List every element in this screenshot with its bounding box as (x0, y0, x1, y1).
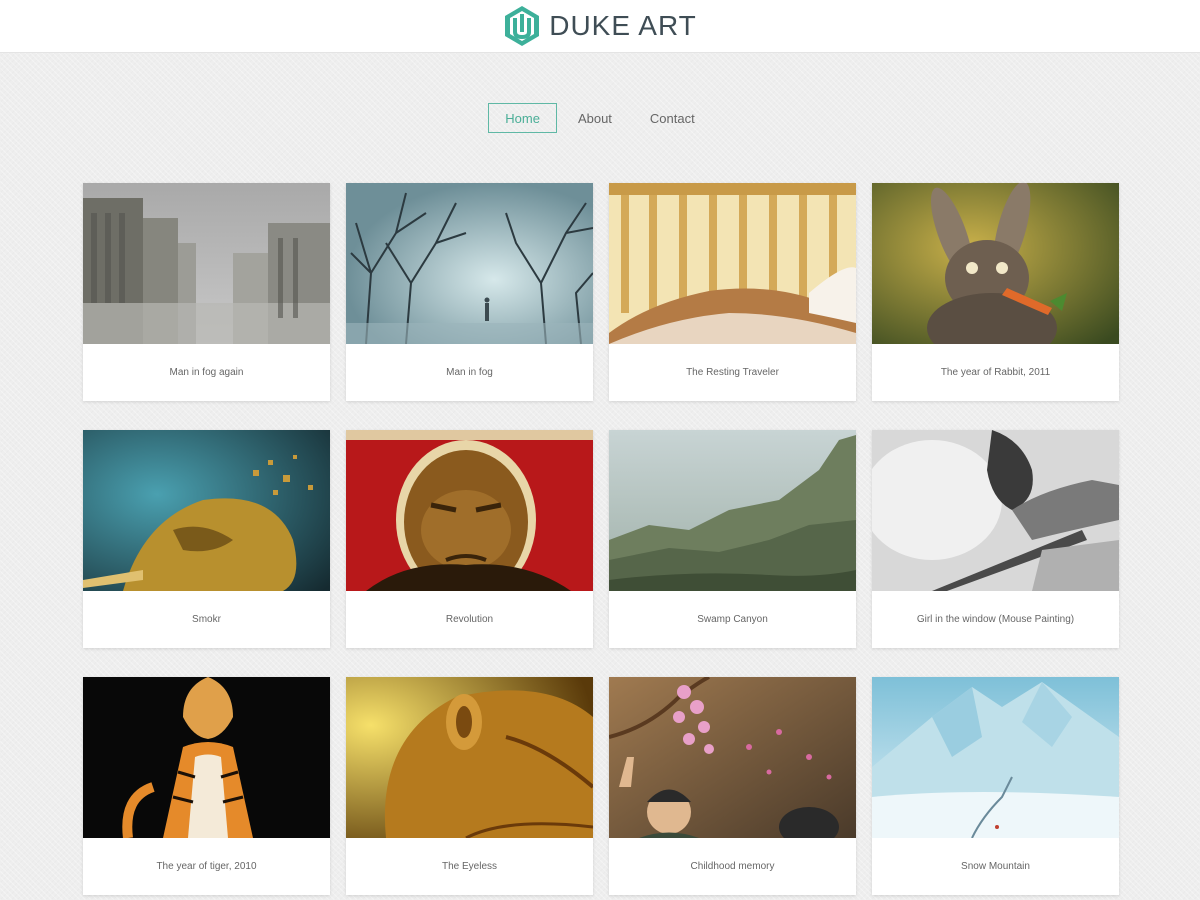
gallery-card[interactable]: The Resting Traveler (609, 183, 856, 401)
gallery-card[interactable]: Man in fog again (83, 183, 330, 401)
artwork-image (872, 677, 1119, 838)
artwork-image (872, 430, 1119, 591)
artwork-title: Snow Mountain (961, 861, 1030, 872)
artwork-title: Girl in the window (Mouse Painting) (916, 614, 1075, 625)
artwork-image (83, 430, 330, 591)
gallery-card[interactable]: Revolution (346, 430, 593, 648)
artwork-title: Revolution (445, 614, 494, 625)
artwork-title: Smokr (192, 614, 221, 625)
artwork-image (346, 183, 593, 344)
gallery-card[interactable]: Girl in the window (Mouse Painting) (872, 430, 1119, 648)
artwork-title: Man in fog (446, 367, 493, 378)
artwork-title: Man in fog again (169, 367, 244, 378)
artwork-image (346, 677, 593, 838)
artwork-title: Swamp Canyon (697, 614, 768, 625)
artwork-image (609, 677, 856, 838)
main-nav: Home About Contact (0, 103, 1200, 133)
gallery-card[interactable]: The year of Rabbit, 2011 (872, 183, 1119, 401)
gallery-card[interactable]: The Eyeless (346, 677, 593, 895)
gallery-card[interactable]: Man in fog (346, 183, 593, 401)
artwork-title: The year of tiger, 2010 (156, 861, 257, 872)
nav-contact[interactable]: Contact (633, 103, 712, 133)
artwork-title: The Eyeless (441, 861, 498, 872)
nav-about[interactable]: About (561, 103, 629, 133)
nav-home[interactable]: Home (488, 103, 557, 133)
gallery-card[interactable]: Smokr (83, 430, 330, 648)
artwork-image (83, 677, 330, 838)
artwork-title: The Resting Traveler (686, 367, 779, 378)
site-logo[interactable]: DUKE ART (503, 5, 697, 47)
logo-text: DUKE ART (549, 10, 697, 41)
artwork-image (83, 183, 330, 344)
gallery-card[interactable]: Swamp Canyon (609, 430, 856, 648)
artwork-image (346, 430, 593, 591)
gallery-card[interactable]: Snow Mountain (872, 677, 1119, 895)
artwork-image (872, 183, 1119, 344)
gallery-card[interactable]: The year of tiger, 2010 (83, 677, 330, 895)
artwork-image (609, 430, 856, 591)
artwork-title: Childhood memory (690, 861, 775, 872)
hexagon-logo-icon (505, 6, 540, 46)
artwork-image (609, 183, 856, 344)
gallery-grid: Man in fog again Man in fog The Resting … (83, 183, 1119, 895)
artwork-title: The year of Rabbit, 2011 (940, 367, 1051, 378)
gallery-card[interactable]: Childhood memory (609, 677, 856, 895)
site-header: DUKE ART (0, 0, 1200, 53)
